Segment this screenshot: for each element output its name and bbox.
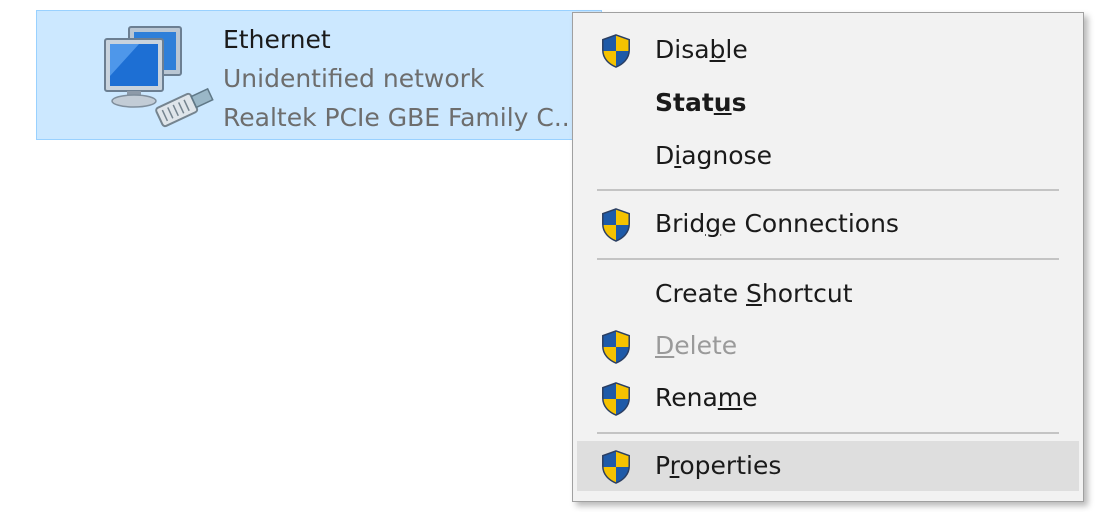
adapter-network-status: Unidentified network: [223, 64, 485, 93]
context-menu: Disable Status Diagnose Bridge Connectio…: [572, 12, 1084, 502]
menu-item-properties[interactable]: Properties: [577, 441, 1079, 491]
menu-separator: [597, 432, 1059, 434]
menu-item-label: Disable: [655, 35, 748, 64]
menu-item-label: Status: [655, 88, 747, 117]
menu-item-label: Bridge Connections: [655, 209, 899, 238]
uac-shield-icon: [599, 450, 633, 484]
menu-item-diagnose[interactable]: Diagnose: [577, 131, 1079, 181]
menu-item-label: Delete: [655, 331, 738, 360]
adapter-name: Ethernet: [223, 25, 331, 54]
menu-item-bridge-connections[interactable]: Bridge Connections: [577, 199, 1079, 249]
network-adapter-icon: [104, 26, 214, 128]
menu-item-create-shortcut[interactable]: Create Shortcut: [577, 269, 1079, 319]
menu-item-delete: Delete: [577, 321, 1079, 371]
ethernet-adapter-tile[interactable]: Ethernet Unidentified network Realtek PC…: [36, 10, 602, 140]
menu-item-label: Properties: [655, 451, 782, 480]
uac-shield-icon: [599, 330, 633, 364]
menu-separator: [597, 258, 1059, 260]
menu-item-rename[interactable]: Rename: [577, 373, 1079, 423]
menu-item-label: Diagnose: [655, 141, 772, 170]
menu-item-label: Create Shortcut: [655, 279, 853, 308]
uac-shield-icon: [599, 208, 633, 242]
adapter-device-name: Realtek PCIe GBE Family C...: [223, 103, 578, 132]
menu-item-label: Rename: [655, 383, 758, 412]
uac-shield-icon: [599, 34, 633, 68]
menu-separator: [597, 189, 1059, 191]
menu-item-disable[interactable]: Disable: [577, 25, 1079, 75]
menu-item-status[interactable]: Status: [577, 78, 1079, 128]
uac-shield-icon: [599, 382, 633, 416]
